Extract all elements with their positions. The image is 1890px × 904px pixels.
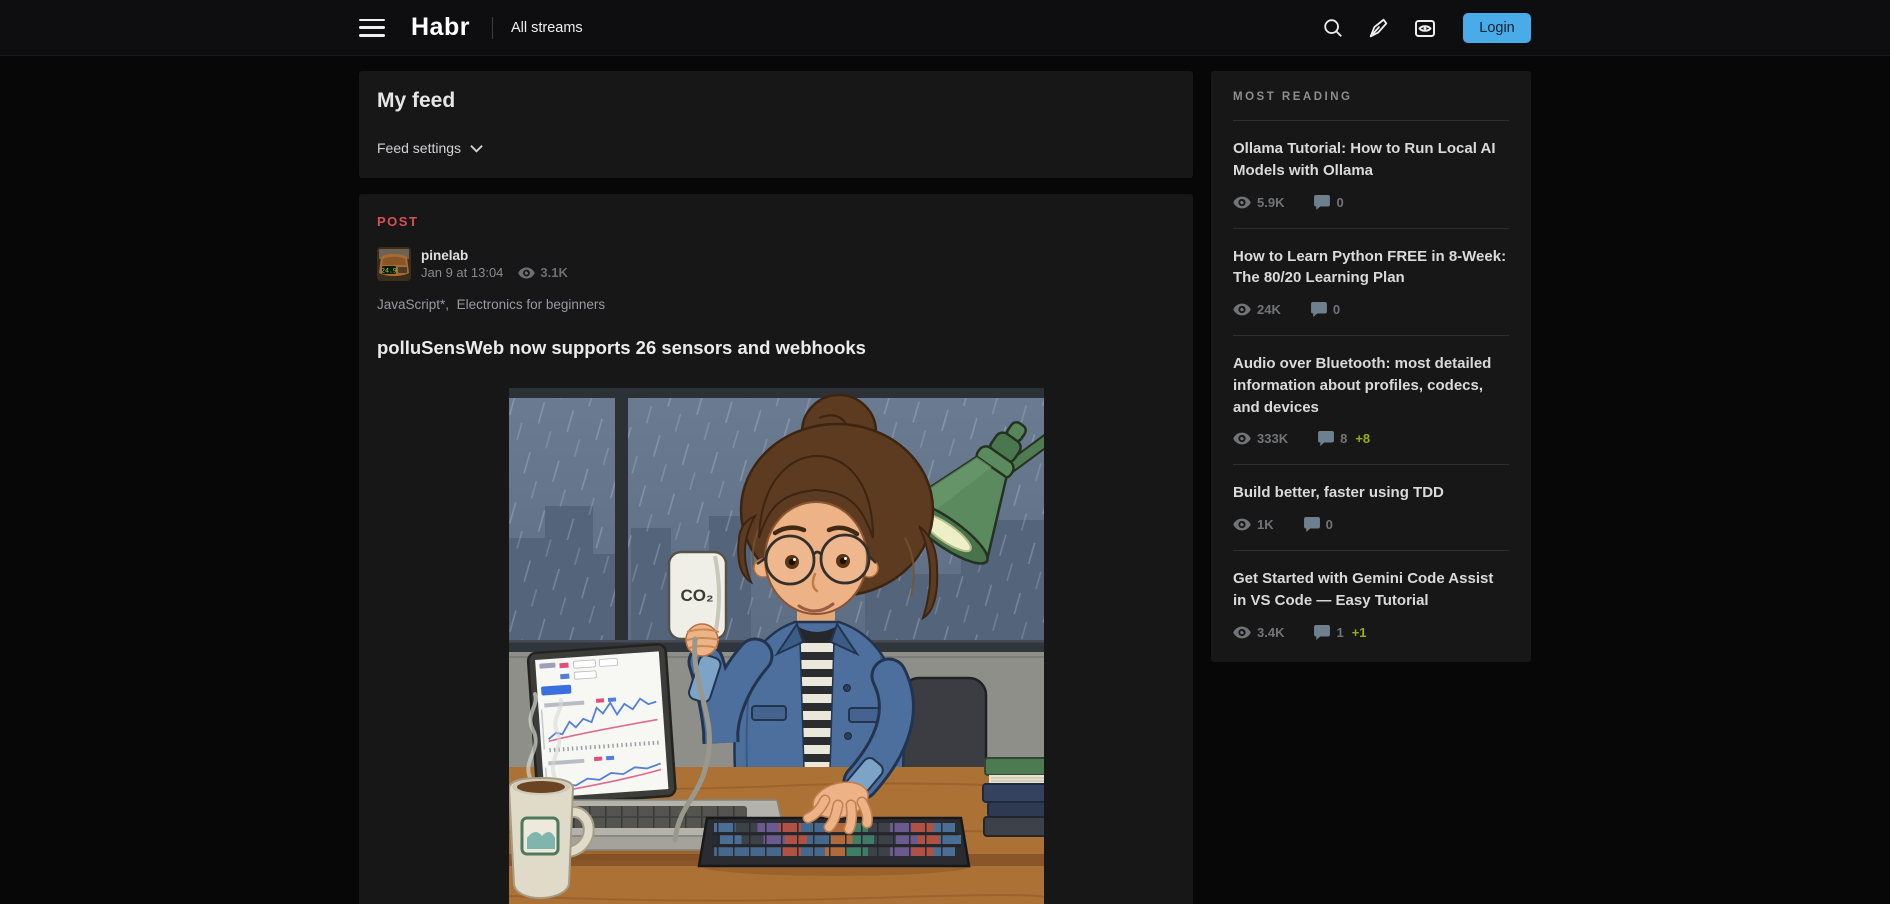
views-stat: 24K (1233, 302, 1281, 317)
post-author-row: 24.9 pinelab Jan 9 at 13:04 3.1K (377, 247, 1175, 281)
habr-logo[interactable]: Habr (411, 13, 470, 42)
book-stack (983, 758, 1044, 836)
comments-stat[interactable]: 8 +8 (1318, 431, 1370, 446)
reading-item-3: Audio over Bluetooth: most detailed info… (1233, 336, 1509, 465)
post-title[interactable]: polluSensWeb now supports 26 sensors and… (377, 337, 1175, 359)
eye-icon (1233, 196, 1251, 209)
comment-icon (1311, 302, 1327, 317)
reading-item-2: How to Learn Python FREE in 8-Week: The … (1233, 229, 1509, 337)
post-cover-image: CO₂ (509, 388, 1044, 904)
hub-link-javascript[interactable]: JavaScript* (377, 297, 445, 312)
reading-item-title[interactable]: Build better, faster using TDD (1233, 482, 1509, 504)
top-navbar: Habr All streams Login (0, 0, 1890, 56)
eye-icon (1233, 518, 1251, 531)
comment-icon (1314, 625, 1330, 640)
eye-icon (518, 267, 535, 279)
post-card: POST 24.9 pinel (359, 194, 1193, 904)
reading-item-title[interactable]: Ollama Tutorial: How to Run Local AI Mod… (1233, 138, 1509, 182)
write-pen-icon[interactable] (1367, 16, 1391, 40)
views-stat: 1K (1233, 517, 1274, 532)
post-timestamp: Jan 9 at 13:04 (421, 265, 503, 280)
reading-item-5: Get Started with Gemini Code Assist in V… (1233, 551, 1509, 658)
most-reading-widget: MOST READING Ollama Tutorial: How to Run… (1211, 71, 1531, 662)
comments-stat[interactable]: 0 (1311, 302, 1348, 317)
eye-box-icon[interactable] (1413, 16, 1437, 40)
comment-icon (1318, 431, 1334, 446)
most-reading-header: MOST READING (1233, 91, 1509, 103)
eye-icon (1233, 432, 1251, 445)
reading-item-4: Build better, faster using TDD 1K 0 (1233, 465, 1509, 551)
my-feed-card: My feed Feed settings (359, 71, 1193, 178)
post-views: 3.1K (518, 265, 567, 280)
views-stat: 5.9K (1233, 195, 1284, 210)
post-type-badge: POST (377, 214, 1175, 229)
new-comments-count: +1 (1352, 625, 1367, 640)
comment-icon (1314, 195, 1330, 210)
eye-icon (1233, 303, 1251, 316)
svg-text:CO₂: CO₂ (680, 586, 713, 605)
hub-link-electronics[interactable]: Electronics for beginners (457, 297, 606, 312)
svg-text:24.9: 24.9 (381, 267, 397, 275)
new-comments-count: +8 (1355, 431, 1370, 446)
chevron-down-icon (470, 144, 483, 153)
feed-settings-label: Feed settings (377, 140, 461, 156)
author-name[interactable]: pinelab (421, 248, 568, 263)
nav-divider (492, 17, 493, 39)
post-hubs: JavaScript*, Electronics for beginners (377, 297, 1175, 312)
comments-stat[interactable]: 0 (1304, 517, 1341, 532)
reading-item-title[interactable]: Get Started with Gemini Code Assist in V… (1233, 568, 1509, 612)
views-stat: 3.4K (1233, 625, 1284, 640)
reading-item-1: Ollama Tutorial: How to Run Local AI Mod… (1233, 121, 1509, 229)
comment-icon (1304, 517, 1320, 532)
login-button[interactable]: Login (1463, 13, 1531, 43)
reading-item-title[interactable]: Audio over Bluetooth: most detailed info… (1233, 353, 1509, 418)
eye-icon (1233, 626, 1251, 639)
comments-stat[interactable]: 1 +1 (1314, 625, 1366, 640)
all-streams-link[interactable]: All streams (511, 20, 583, 36)
search-icon[interactable] (1321, 16, 1345, 40)
page-title: My feed (377, 89, 1175, 113)
hamburger-menu-icon[interactable] (359, 19, 385, 37)
views-stat: 333K (1233, 431, 1288, 446)
reading-item-title[interactable]: How to Learn Python FREE in 8-Week: The … (1233, 246, 1509, 290)
comments-stat[interactable]: 0 (1314, 195, 1351, 210)
avatar[interactable]: 24.9 (377, 247, 411, 281)
feed-settings-toggle[interactable]: Feed settings (377, 140, 483, 156)
